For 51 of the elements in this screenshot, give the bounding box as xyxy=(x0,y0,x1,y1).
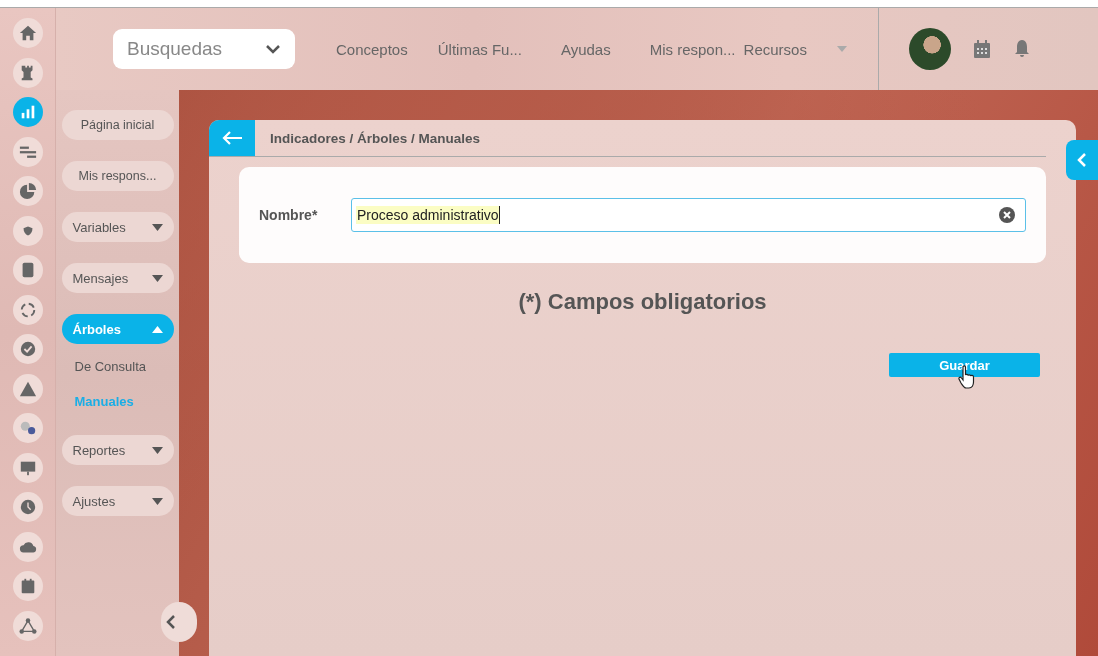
sidebar-item[interactable]: Reportes xyxy=(61,435,174,465)
module-button[interactable] xyxy=(12,571,43,601)
module-button[interactable] xyxy=(12,57,43,88)
sidebar-item[interactable]: Variables xyxy=(61,212,174,242)
module-button[interactable] xyxy=(12,413,43,443)
save-button[interactable]: Guardar xyxy=(889,353,1040,377)
sidebar-item[interactable]: Página inicial xyxy=(61,110,174,140)
sidebar-subitem[interactable]: De Consulta xyxy=(61,349,174,384)
field-label: Nombre* xyxy=(259,207,319,223)
module-button[interactable] xyxy=(12,136,43,167)
chevron-left-icon xyxy=(1077,153,1087,167)
sidebar-item[interactable]: Árboles xyxy=(61,314,174,344)
search-dropdown[interactable]: Busquedas xyxy=(113,29,295,69)
home-icon xyxy=(18,24,37,42)
nav-link[interactable]: Recursos xyxy=(743,40,807,58)
module-button[interactable] xyxy=(12,176,43,206)
module-button[interactable] xyxy=(12,294,43,325)
pie-chart-icon xyxy=(18,182,37,200)
calendar-icon[interactable] xyxy=(972,39,991,59)
clear-icon[interactable] xyxy=(999,207,1015,223)
name-input-field[interactable]: Proceso administrativo xyxy=(351,198,1026,232)
cycle-icon xyxy=(18,300,37,319)
nav-link[interactable]: Ayudas xyxy=(560,40,611,58)
module-button[interactable] xyxy=(12,97,43,127)
nav-link[interactable]: Conceptos xyxy=(336,40,408,58)
module-button[interactable] xyxy=(12,255,43,285)
module-button[interactable] xyxy=(12,18,43,48)
sidebar-item[interactable]: Mensajes xyxy=(61,263,174,293)
nav-link[interactable]: Mis respon... xyxy=(649,40,736,58)
back-button[interactable] xyxy=(209,120,255,156)
module-button[interactable] xyxy=(12,373,43,404)
side-panel-toggle[interactable] xyxy=(1066,140,1098,180)
checkmark-circle-icon xyxy=(18,340,37,358)
arrow-left-icon xyxy=(221,130,243,146)
chevron-down-icon xyxy=(265,44,281,54)
network-icon xyxy=(18,616,37,635)
module-button[interactable] xyxy=(12,531,43,562)
sidebar-item[interactable]: Ajustes xyxy=(61,486,174,516)
breadcrumb: Indicadores / Árboles / Manuales xyxy=(270,130,481,146)
module-button[interactable] xyxy=(12,492,43,522)
required-fields-note: (*) Campos obligatorios xyxy=(517,289,768,315)
module-button[interactable] xyxy=(12,452,43,483)
clock-icon xyxy=(18,498,37,516)
module-button[interactable] xyxy=(12,215,43,246)
collapse-button[interactable] xyxy=(161,602,197,642)
module-button[interactable] xyxy=(12,610,43,641)
nav-link[interactable]: Últimas Fu... xyxy=(437,40,522,58)
sidebar-item[interactable]: Mis respons... xyxy=(61,161,174,191)
module-button[interactable] xyxy=(12,334,43,364)
avatar[interactable] xyxy=(908,28,951,70)
chevron-left-icon xyxy=(166,615,176,629)
